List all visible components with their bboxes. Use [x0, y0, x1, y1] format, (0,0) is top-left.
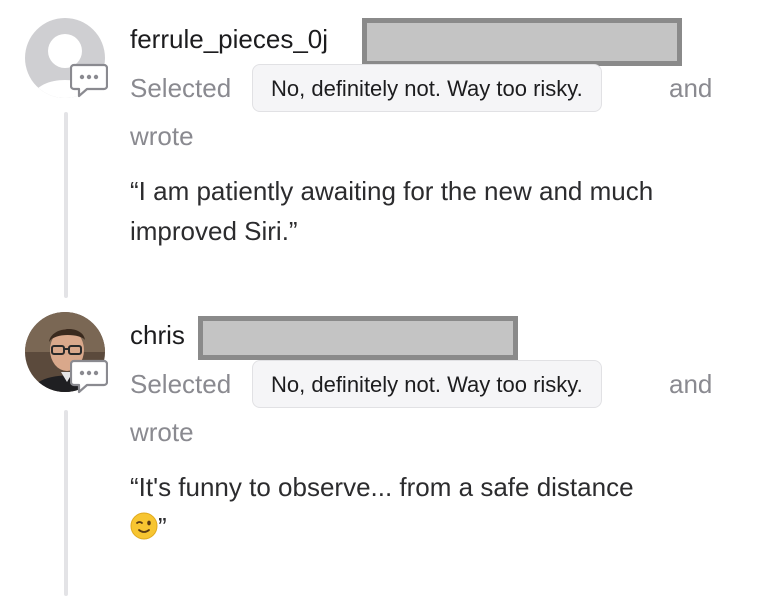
comment-quote: “It's funny to observe... from a safe di…	[130, 467, 750, 551]
quote-text: “It's funny to observe... from a safe di…	[130, 472, 634, 502]
thread-line	[64, 410, 68, 596]
username[interactable]: chris	[130, 320, 185, 351]
username[interactable]: ferrule_pieces_0j	[130, 24, 328, 55]
comment-bubble-icon	[69, 62, 109, 98]
wrote-label: wrote	[130, 121, 194, 151]
quote-end-mark: ”	[158, 512, 167, 542]
redacted-username	[198, 316, 518, 360]
and-label: and	[669, 369, 713, 399]
wrote-label: wrote	[130, 417, 194, 447]
selected-option-chip: No, definitely not. Way too risky.	[252, 64, 602, 112]
redacted-username	[362, 18, 682, 66]
winking-face-emoji-icon	[130, 511, 158, 551]
thread-line	[64, 112, 68, 298]
comment-quote: “I am patiently awaiting for the new and…	[130, 176, 654, 246]
selected-option-chip: No, definitely not. Way too risky.	[252, 360, 602, 408]
selected-label: Selected	[130, 73, 232, 103]
comment-bubble-icon	[69, 358, 109, 394]
selected-label: Selected	[130, 369, 232, 399]
and-label: and	[669, 73, 713, 103]
